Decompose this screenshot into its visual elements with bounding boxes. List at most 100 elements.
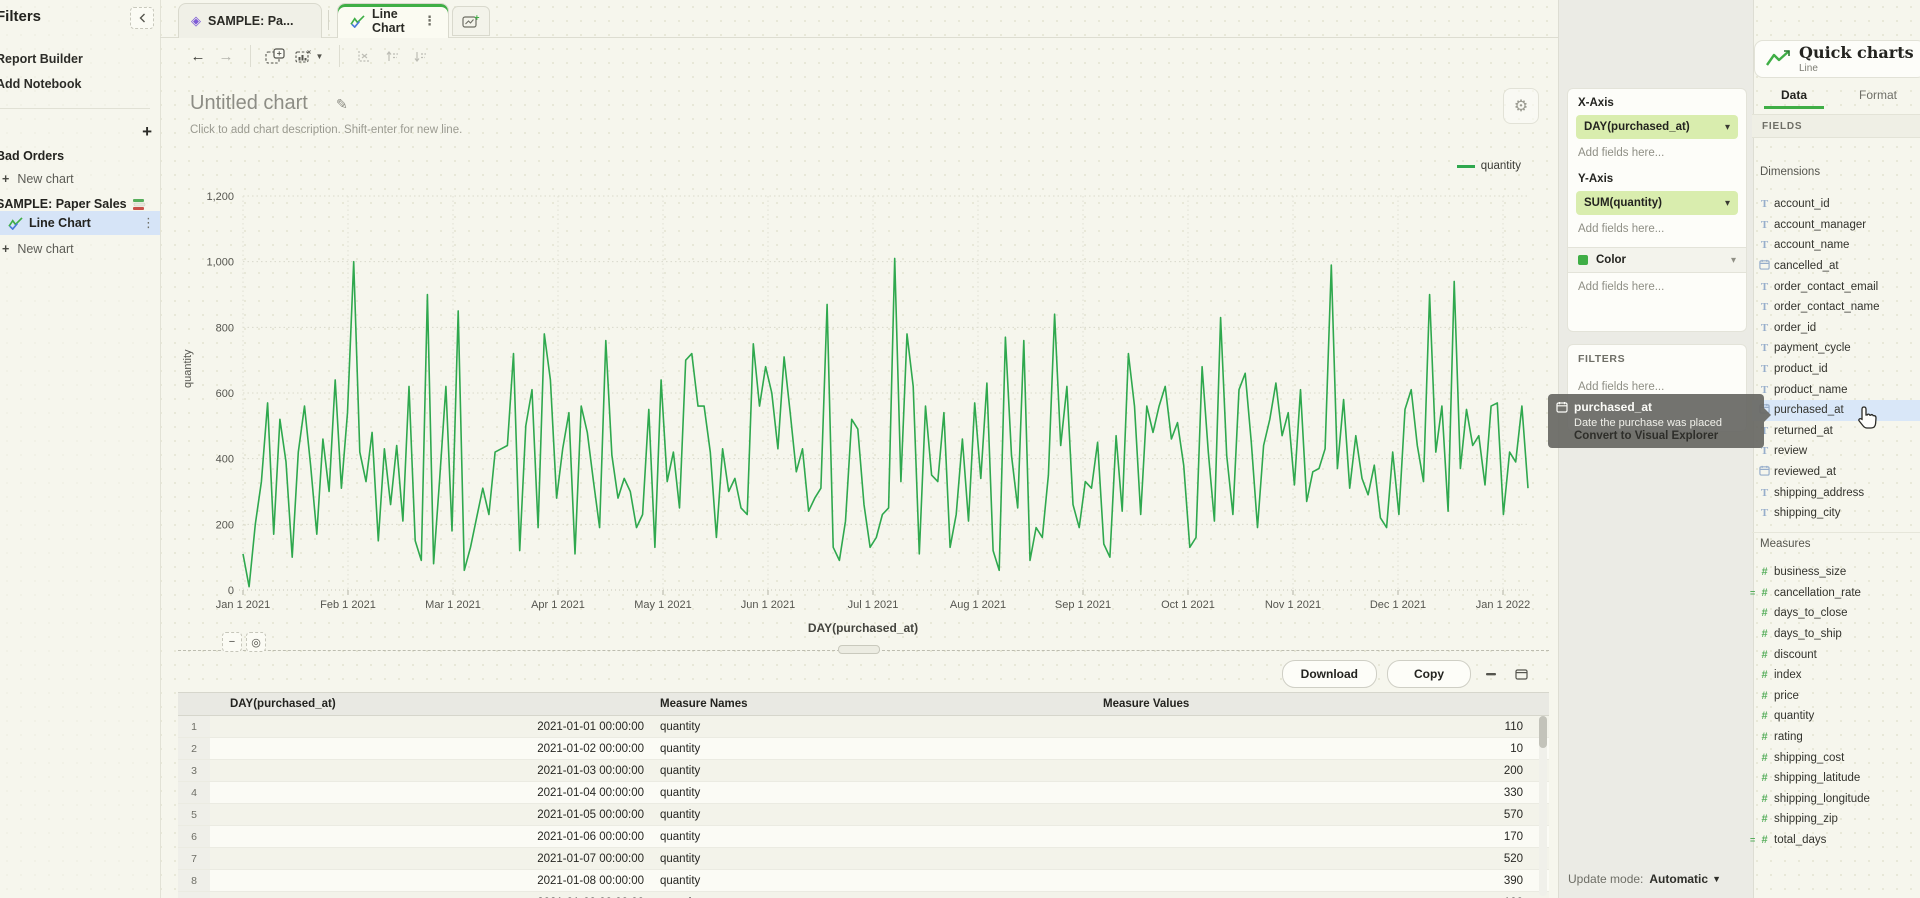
field-label: quantity bbox=[1774, 710, 1814, 722]
field-index[interactable]: #index bbox=[1752, 665, 1920, 686]
text-type-icon: T bbox=[1758, 487, 1771, 499]
field-returned_at[interactable]: Treturned_at bbox=[1752, 421, 1920, 442]
field-review[interactable]: Treview bbox=[1752, 441, 1920, 462]
sidebar-item-new-chart-1[interactable]: + New chart bbox=[0, 168, 160, 190]
field-business_size[interactable]: #business_size bbox=[1752, 562, 1920, 583]
column-header-day-purchased-at[interactable]: DAY(purchased_at) bbox=[210, 698, 650, 710]
field-purchased_at[interactable]: purchased_at bbox=[1752, 400, 1920, 421]
table-row[interactable]: 22021-01-02 00:00:00quantity10 bbox=[178, 738, 1549, 760]
x-axis-field-pill[interactable]: DAY(purchased_at) ▾ bbox=[1576, 115, 1738, 139]
field-product_id[interactable]: Tproduct_id bbox=[1752, 359, 1920, 380]
color-section-header[interactable]: Color ▾ bbox=[1568, 247, 1746, 273]
cell-resize-handle[interactable] bbox=[838, 645, 880, 654]
chart-settings-button[interactable]: ⚙ bbox=[1503, 88, 1539, 124]
tab-menu-icon[interactable]: ⋮ bbox=[423, 13, 436, 29]
convert-to-visual-explorer-action[interactable]: Convert to Visual Explorer bbox=[1574, 430, 1756, 442]
dimensions-list: Taccount_idTaccount_managerTaccount_name… bbox=[1752, 194, 1920, 524]
field-order_contact_name[interactable]: Torder_contact_name bbox=[1752, 297, 1920, 318]
column-header-measure-names[interactable]: Measure Names bbox=[650, 698, 1093, 710]
field-payment_cycle[interactable]: Tpayment_cycle bbox=[1752, 338, 1920, 359]
table-row[interactable]: 32021-01-03 00:00:00quantity200 bbox=[178, 760, 1549, 782]
field-shipping_zip[interactable]: #shipping_zip bbox=[1752, 809, 1920, 830]
sort-descending-button[interactable] bbox=[406, 43, 434, 69]
paper-stack-icon bbox=[132, 198, 146, 210]
field-discount[interactable]: #discount bbox=[1752, 644, 1920, 665]
field-shipping_cost[interactable]: #shipping_cost bbox=[1752, 747, 1920, 768]
caret-down-icon: ▾ bbox=[1725, 198, 1730, 209]
table-cell: 4 bbox=[178, 782, 210, 803]
field-reviewed_at[interactable]: reviewed_at bbox=[1752, 462, 1920, 483]
collapse-table-button[interactable] bbox=[1481, 666, 1501, 682]
collapse-sidebar-button[interactable] bbox=[130, 7, 154, 29]
caret-down-icon: ▾ bbox=[1725, 122, 1730, 133]
copy-to-new-cell-button[interactable]: + bbox=[261, 43, 289, 69]
field-label: returned_at bbox=[1774, 425, 1833, 437]
sidebar-item-report-builder[interactable]: Report Builder bbox=[0, 52, 83, 66]
field-shipping_longitude[interactable]: #shipping_longitude bbox=[1752, 789, 1920, 810]
field-total_days[interactable]: =#total_days bbox=[1752, 830, 1920, 851]
update-mode-select[interactable]: Update mode: Automatic ▼ bbox=[1568, 872, 1744, 886]
swap-axes-button[interactable] bbox=[350, 43, 378, 69]
table-row[interactable]: 12021-01-01 00:00:00quantity110 bbox=[178, 716, 1549, 738]
table-cell: 2021-01-08 00:00:00 bbox=[210, 875, 650, 887]
sidebar-item-bad-orders[interactable]: Bad Orders bbox=[0, 144, 160, 168]
field-rating[interactable]: #rating bbox=[1752, 727, 1920, 748]
edit-title-pencil-icon[interactable]: ✎ bbox=[336, 96, 348, 113]
expand-table-button[interactable] bbox=[1511, 666, 1531, 682]
add-app-button[interactable]: + bbox=[142, 122, 152, 142]
sidebar-item-line-chart[interactable]: Line Chart ⋮ bbox=[0, 211, 160, 235]
field-account_manager[interactable]: Taccount_manager bbox=[1752, 215, 1920, 236]
field-account_id[interactable]: Taccount_id bbox=[1752, 194, 1920, 215]
remove-chart-type-dropdown[interactable]: × ▼ bbox=[289, 43, 329, 69]
chart-title[interactable]: Untitled chart bbox=[190, 92, 308, 115]
tab-data[interactable]: Data bbox=[1752, 82, 1836, 109]
chart-description-placeholder[interactable]: Click to add chart description. Shift-en… bbox=[190, 124, 462, 136]
x-axis-ticks: Jan 1 2021Feb 1 2021Mar 1 2021Apr 1 2021… bbox=[216, 590, 1530, 611]
field-product_name[interactable]: Tproduct_name bbox=[1752, 379, 1920, 400]
back-button[interactable]: ← bbox=[184, 43, 212, 69]
field-order_contact_email[interactable]: Torder_contact_email bbox=[1752, 276, 1920, 297]
copy-button[interactable]: Copy bbox=[1387, 660, 1471, 688]
field-days_to_ship[interactable]: #days_to_ship bbox=[1752, 624, 1920, 645]
color-add-fields-dropzone[interactable]: Add fields here... bbox=[1578, 281, 1736, 293]
zoom-out-button[interactable]: − bbox=[222, 632, 242, 652]
tab-sample-paper-sales[interactable]: ◈ SAMPLE: Pa... bbox=[178, 3, 322, 38]
field-days_to_close[interactable]: #days_to_close bbox=[1752, 603, 1920, 624]
x-axis-add-fields-dropzone[interactable]: Add fields here... bbox=[1578, 147, 1736, 159]
table-scrollbar[interactable] bbox=[1539, 716, 1547, 896]
download-button[interactable]: Download bbox=[1282, 660, 1377, 688]
sidebar-item-new-chart-2[interactable]: + New chart bbox=[0, 238, 160, 260]
item-menu-icon[interactable]: ⋮ bbox=[142, 215, 155, 231]
field-quantity[interactable]: #quantity bbox=[1752, 706, 1920, 727]
svg-text:Mar 1 2021: Mar 1 2021 bbox=[425, 599, 481, 611]
forward-button[interactable]: → bbox=[212, 43, 240, 69]
sidebar-item-add-notebook[interactable]: Add Notebook bbox=[0, 77, 81, 91]
series-line-quantity[interactable] bbox=[243, 258, 1528, 586]
table-row[interactable]: 72021-01-07 00:00:00quantity520 bbox=[178, 848, 1549, 870]
zoom-reset-button[interactable]: ◎ bbox=[246, 632, 266, 652]
field-shipping_city[interactable]: Tshipping_city bbox=[1752, 503, 1920, 524]
table-row[interactable]: 92021-01-09 00:00:00quantity100 bbox=[178, 892, 1549, 898]
field-shipping_address[interactable]: Tshipping_address bbox=[1752, 482, 1920, 503]
tab-format[interactable]: Format bbox=[1836, 82, 1920, 109]
table-row[interactable]: 42021-01-04 00:00:00quantity330 bbox=[178, 782, 1549, 804]
y-axis-add-fields-dropzone[interactable]: Add fields here... bbox=[1578, 223, 1736, 235]
table-cell: 1 bbox=[178, 716, 210, 737]
sort-ascending-button[interactable] bbox=[378, 43, 406, 69]
new-tab-button[interactable]: + bbox=[452, 6, 490, 36]
field-shipping_latitude[interactable]: #shipping_latitude bbox=[1752, 768, 1920, 789]
tab-line-chart[interactable]: Line Chart ⋮ bbox=[337, 3, 449, 38]
column-header-measure-values[interactable]: Measure Values bbox=[1093, 698, 1549, 710]
field-price[interactable]: #price bbox=[1752, 686, 1920, 707]
table-row[interactable]: 62021-01-06 00:00:00quantity170 bbox=[178, 826, 1549, 848]
table-row[interactable]: 52021-01-05 00:00:00quantity570 bbox=[178, 804, 1549, 826]
field-order_id[interactable]: Torder_id bbox=[1752, 318, 1920, 339]
line-chart-plot[interactable]: Jan 1 2021Feb 1 2021Mar 1 2021Apr 1 2021… bbox=[188, 188, 1538, 622]
field-cancelled_at[interactable]: cancelled_at bbox=[1752, 256, 1920, 277]
table-row[interactable]: 82021-01-08 00:00:00quantity390 bbox=[178, 870, 1549, 892]
field-cancellation_rate[interactable]: =#cancellation_rate bbox=[1752, 583, 1920, 604]
filters-add-fields-dropzone[interactable]: Add fields here... bbox=[1578, 381, 1736, 393]
field-account_name[interactable]: Taccount_name bbox=[1752, 235, 1920, 256]
y-axis-field-pill[interactable]: SUM(quantity) ▾ bbox=[1576, 191, 1738, 215]
scrollbar-thumb[interactable] bbox=[1539, 716, 1547, 748]
